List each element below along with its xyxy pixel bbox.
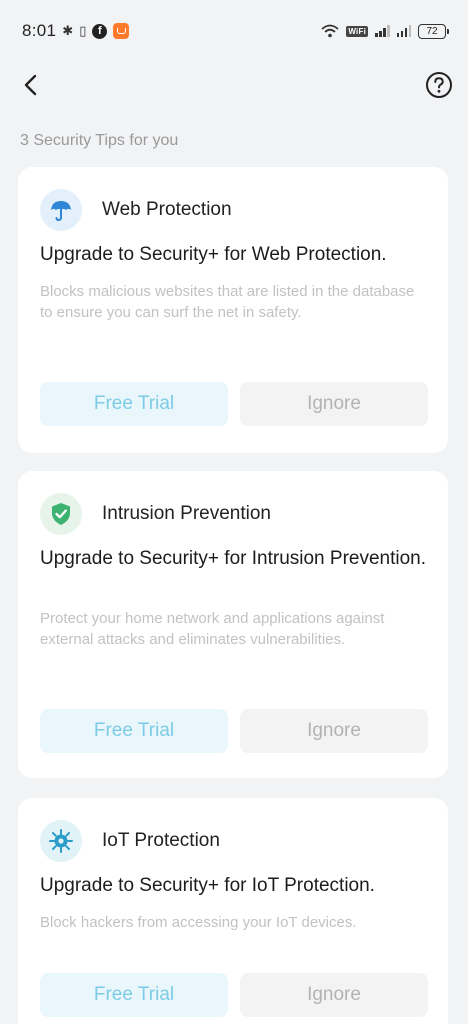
umbrella-icon bbox=[40, 189, 82, 231]
card-description: Block hackers from accessing your IoT de… bbox=[40, 914, 357, 931]
ignore-button[interactable]: Ignore bbox=[240, 382, 428, 426]
security-tip-card-web-protection: Web Protection Upgrade to Security+ for … bbox=[18, 167, 448, 453]
security-tip-card-intrusion-prevention: Intrusion Prevention Upgrade to Security… bbox=[18, 471, 448, 778]
help-button[interactable] bbox=[424, 70, 454, 100]
shield-check-icon bbox=[40, 493, 82, 535]
back-button[interactable] bbox=[14, 68, 48, 102]
card-header: Web Protection bbox=[40, 189, 232, 231]
card-header: Intrusion Prevention bbox=[40, 493, 271, 535]
bluetooth-icon: ✱ bbox=[62, 23, 74, 38]
card-title: Web Protection bbox=[102, 199, 232, 220]
signal-icon bbox=[375, 25, 390, 37]
free-trial-button[interactable]: Free Trial bbox=[40, 973, 228, 1017]
section-title: 3 Security Tips for you bbox=[20, 132, 179, 149]
facebook-icon: f bbox=[92, 23, 108, 39]
wifi-icon bbox=[321, 24, 339, 38]
ignore-button[interactable]: Ignore bbox=[240, 709, 428, 753]
iot-chip-icon bbox=[40, 820, 82, 862]
signal-icon bbox=[396, 25, 411, 37]
status-time: 8:01 bbox=[22, 21, 57, 40]
security-tip-card-iot-protection: IoT Protection Upgrade to Security+ for … bbox=[18, 798, 448, 1024]
question-circle-icon bbox=[426, 72, 452, 98]
status-left: 8:01 ✱ ▯ f bbox=[22, 21, 130, 41]
card-header: IoT Protection bbox=[40, 820, 220, 862]
screen: 8:01 ✱ ▯ f WiFi 72 3 Security Tips for y… bbox=[0, 0, 468, 1024]
card-description: Blocks malicious websites that are liste… bbox=[40, 283, 415, 321]
chevron-left-icon bbox=[24, 74, 37, 96]
vibrate-icon: ▯ bbox=[79, 23, 87, 38]
card-heading: Upgrade to Security+ for Web Protection. bbox=[40, 244, 387, 265]
status-right: WiFi 72 bbox=[321, 23, 449, 39]
free-trial-button[interactable]: Free Trial bbox=[40, 709, 228, 753]
ignore-button[interactable]: Ignore bbox=[240, 973, 428, 1017]
card-title: IoT Protection bbox=[102, 830, 220, 851]
free-trial-button[interactable]: Free Trial bbox=[40, 382, 228, 426]
wifi-badge: WiFi bbox=[346, 25, 368, 37]
card-title: Intrusion Prevention bbox=[102, 503, 271, 524]
status-bar: 8:01 ✱ ▯ f WiFi 72 bbox=[0, 0, 468, 62]
card-heading: Upgrade to Security+ for Intrusion Preve… bbox=[40, 548, 427, 569]
card-description: Protect your home network and applicatio… bbox=[40, 610, 385, 648]
battery-level: 72 bbox=[426, 25, 438, 37]
app-notification-icon bbox=[113, 23, 130, 39]
battery-icon: 72 bbox=[418, 23, 449, 39]
card-heading: Upgrade to Security+ for IoT Protection. bbox=[40, 875, 375, 896]
